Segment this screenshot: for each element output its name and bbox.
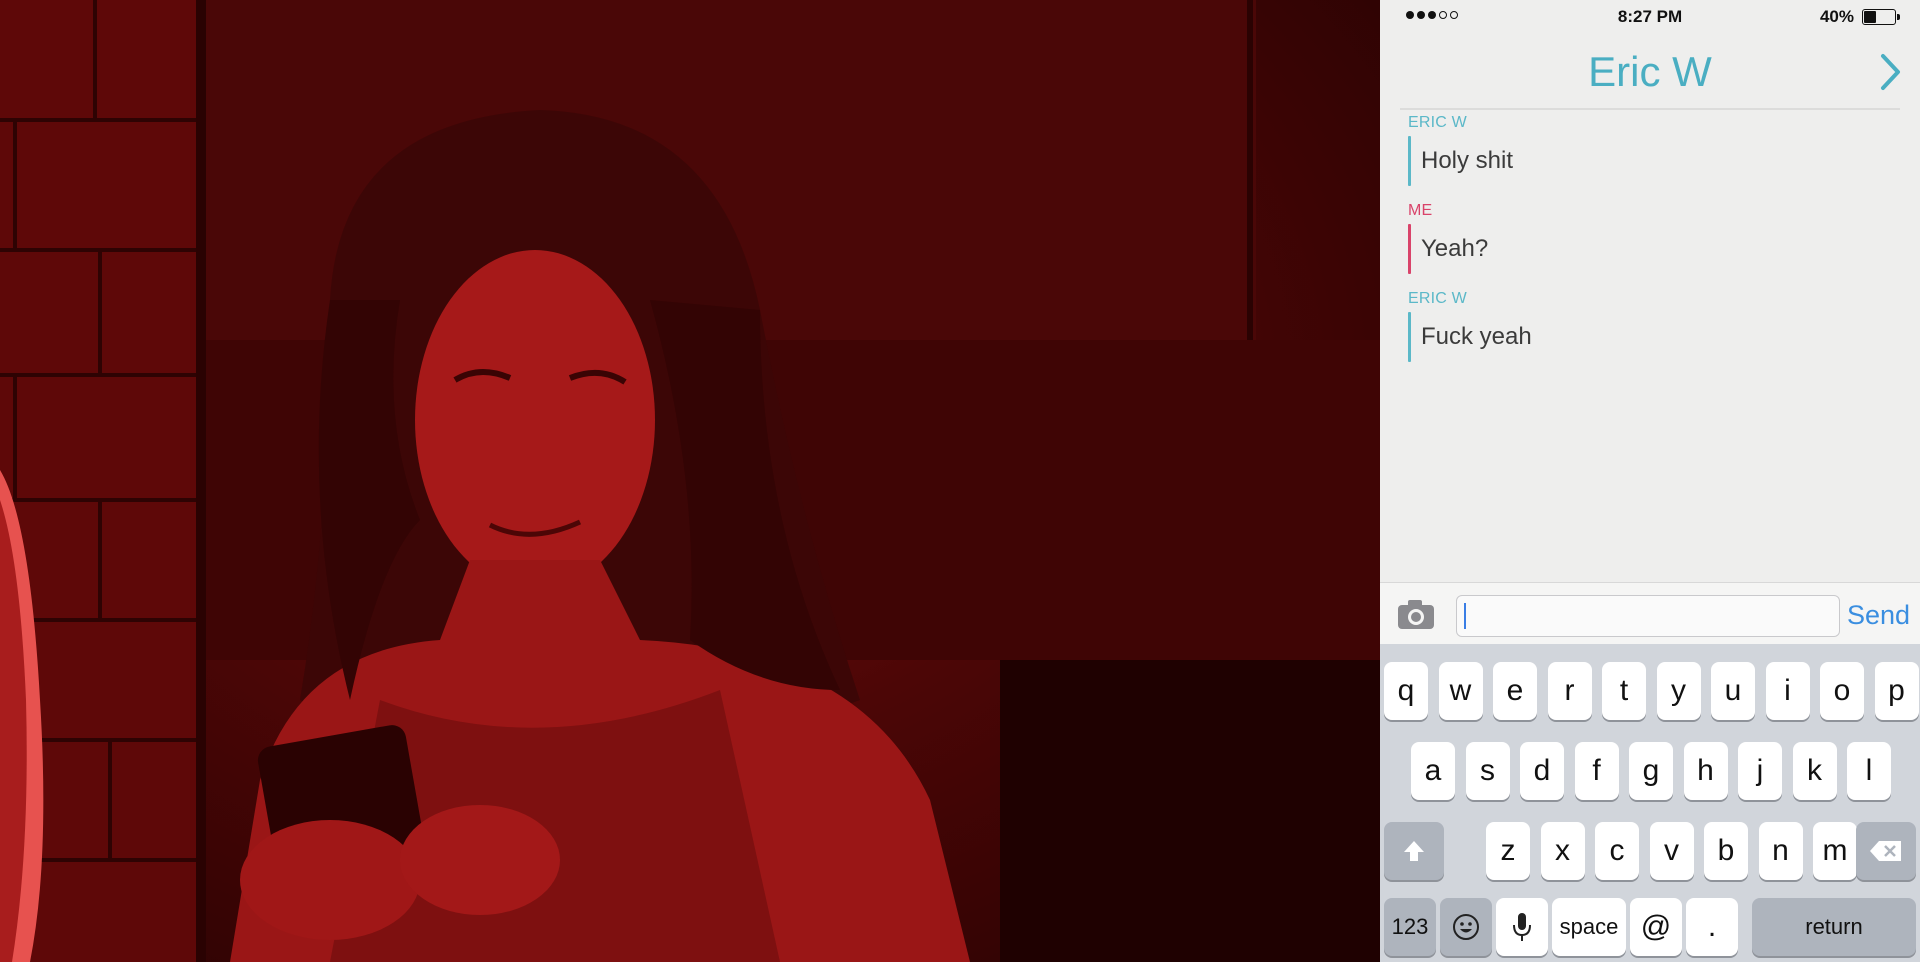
message-composer: Send (1380, 582, 1920, 644)
key-l[interactable]: l (1847, 742, 1891, 800)
return-key[interactable]: return (1752, 898, 1916, 956)
keyboard: q w e r t y u i o p a s d f g h j k l z x c v b n m 123 space @. retu… (1380, 644, 1920, 962)
conversation-title: Eric W (1588, 48, 1712, 95)
video-frame (0, 0, 1380, 962)
key-d[interactable]: d (1520, 742, 1564, 800)
shift-arrow-icon[interactable] (1384, 822, 1444, 880)
message-sender: ERIC W (1408, 114, 1467, 131)
text-caret (1464, 603, 1466, 629)
key-j[interactable]: j (1738, 742, 1782, 800)
camera-icon[interactable] (1396, 597, 1436, 631)
period-key[interactable]: . (1686, 898, 1738, 956)
send-button[interactable]: Send (1847, 600, 1910, 631)
key-a[interactable]: a (1411, 742, 1455, 800)
message-item: ERIC W Fuck yeah (1408, 288, 1898, 362)
key-u[interactable]: u (1711, 662, 1755, 720)
key-k[interactable]: k (1792, 742, 1837, 800)
message-text: Holy shit (1421, 147, 1514, 174)
key-n[interactable]: n (1758, 822, 1803, 880)
key-m[interactable]: m (1813, 822, 1857, 880)
key-y[interactable]: y (1656, 662, 1701, 720)
numbers-key[interactable]: 123 (1384, 898, 1436, 956)
at-key[interactable]: @ (1630, 898, 1682, 956)
key-s[interactable]: s (1465, 742, 1510, 800)
key-e[interactable]: e (1493, 662, 1537, 720)
message-text: Fuck yeah (1421, 323, 1532, 350)
message-text: Yeah? (1421, 235, 1489, 262)
message-sender: ERIC W (1408, 290, 1467, 307)
message-list: ERIC W Holy shit ME Yeah? ERIC W Fuck ye… (1408, 112, 1898, 376)
key-v[interactable]: v (1649, 822, 1694, 880)
key-f[interactable]: f (1574, 742, 1619, 800)
key-p[interactable]: p (1874, 662, 1919, 720)
key-z[interactable]: z (1486, 822, 1530, 880)
key-w[interactable]: w (1438, 662, 1483, 720)
microphone-icon[interactable] (1496, 898, 1548, 956)
phone-screen: 8:27 PM 40% Eric W ERIC W Holy shit ME Y… (1380, 0, 1920, 962)
backspace-icon[interactable] (1856, 822, 1916, 880)
key-r[interactable]: r (1547, 662, 1592, 720)
scene-illustration (0, 0, 1380, 962)
key-i[interactable]: i (1765, 662, 1810, 720)
status-bar: 8:27 PM 40% (1380, 0, 1920, 34)
battery-percent: 40% (1819, 7, 1854, 26)
key-h[interactable]: h (1683, 742, 1728, 800)
emoji-icon[interactable] (1440, 898, 1492, 956)
chevron-right-icon[interactable] (1876, 50, 1906, 94)
key-c[interactable]: c (1595, 822, 1639, 880)
message-sender: ME (1408, 202, 1433, 219)
key-t[interactable]: t (1602, 662, 1646, 720)
key-g[interactable]: g (1629, 742, 1673, 800)
key-o[interactable]: o (1820, 662, 1864, 720)
key-b[interactable]: b (1704, 822, 1748, 880)
key-x[interactable]: x (1540, 822, 1585, 880)
header-divider (1400, 108, 1900, 110)
battery-icon (1862, 9, 1900, 25)
message-input[interactable] (1456, 595, 1840, 637)
space-key[interactable]: space (1552, 898, 1626, 956)
message-item: ME Yeah? (1408, 200, 1898, 274)
message-item: ERIC W Holy shit (1408, 112, 1898, 186)
key-q[interactable]: q (1384, 662, 1428, 720)
